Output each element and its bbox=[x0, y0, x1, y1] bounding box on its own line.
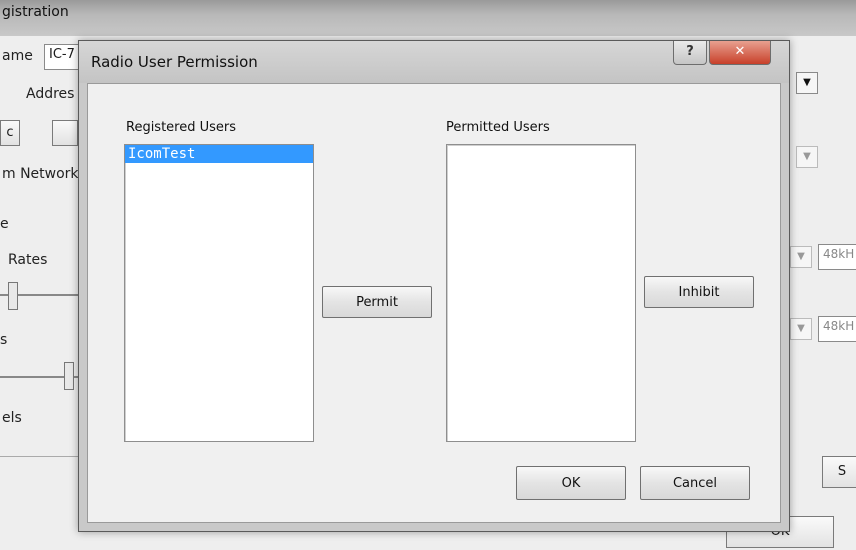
close-button[interactable]: ✕ bbox=[709, 41, 771, 65]
chevron-down-icon: ▼ bbox=[803, 77, 811, 88]
ok-button[interactable]: OK bbox=[516, 466, 626, 500]
registered-users-label: Registered Users bbox=[126, 120, 237, 135]
background-window-titlebar: gistration bbox=[0, 0, 856, 36]
dropdown-button-3[interactable]: ▼ bbox=[790, 246, 812, 268]
permitted-users-label: Permitted Users bbox=[446, 120, 550, 135]
rate-field-1[interactable]: 48kH bbox=[818, 244, 856, 270]
background-button[interactable] bbox=[52, 120, 78, 146]
dropdown-button-4[interactable]: ▼ bbox=[790, 318, 812, 340]
permitted-users-list[interactable] bbox=[446, 144, 636, 442]
list-item[interactable]: IcomTest bbox=[125, 145, 313, 163]
cancel-button[interactable]: Cancel bbox=[640, 466, 750, 500]
dropdown-button-1[interactable]: ▼ bbox=[796, 72, 818, 94]
levels-slider-thumb[interactable] bbox=[64, 362, 74, 390]
close-icon: ✕ bbox=[734, 44, 746, 59]
dialog-titlebar[interactable]: Radio User Permission ? ✕ bbox=[79, 41, 789, 83]
chevron-down-icon: ▼ bbox=[797, 251, 805, 262]
s-fragment-label: s bbox=[0, 332, 8, 348]
e-fragment-label: e bbox=[0, 216, 9, 232]
name-label: ame bbox=[2, 48, 33, 64]
permit-button[interactable]: Permit bbox=[322, 286, 432, 318]
dialog-client-area: Registered Users IcomTest Permitted User… bbox=[87, 83, 781, 523]
c-button[interactable]: c bbox=[0, 120, 20, 146]
help-icon: ? bbox=[686, 44, 694, 59]
rates-slider-thumb[interactable] bbox=[8, 282, 18, 310]
dialog-title: Radio User Permission bbox=[91, 53, 258, 71]
dropdown-button-2[interactable]: ▼ bbox=[796, 146, 818, 168]
address-label: Addres bbox=[26, 86, 75, 102]
levels-label: els bbox=[2, 410, 22, 426]
s-button[interactable]: S bbox=[822, 456, 856, 488]
background-separator bbox=[0, 456, 78, 457]
chevron-down-icon: ▼ bbox=[797, 323, 805, 334]
help-button[interactable]: ? bbox=[673, 41, 707, 65]
network-label: m Network bbox=[2, 166, 79, 182]
radio-user-permission-dialog: Radio User Permission ? ✕ Registered Use… bbox=[78, 40, 790, 532]
rates-label: Rates bbox=[8, 252, 48, 268]
chevron-down-icon: ▼ bbox=[803, 151, 811, 162]
inhibit-button[interactable]: Inhibit bbox=[644, 276, 754, 308]
rate-field-2[interactable]: 48kH bbox=[818, 316, 856, 342]
registered-users-list[interactable]: IcomTest bbox=[124, 144, 314, 442]
background-window-title: gistration bbox=[2, 4, 69, 20]
